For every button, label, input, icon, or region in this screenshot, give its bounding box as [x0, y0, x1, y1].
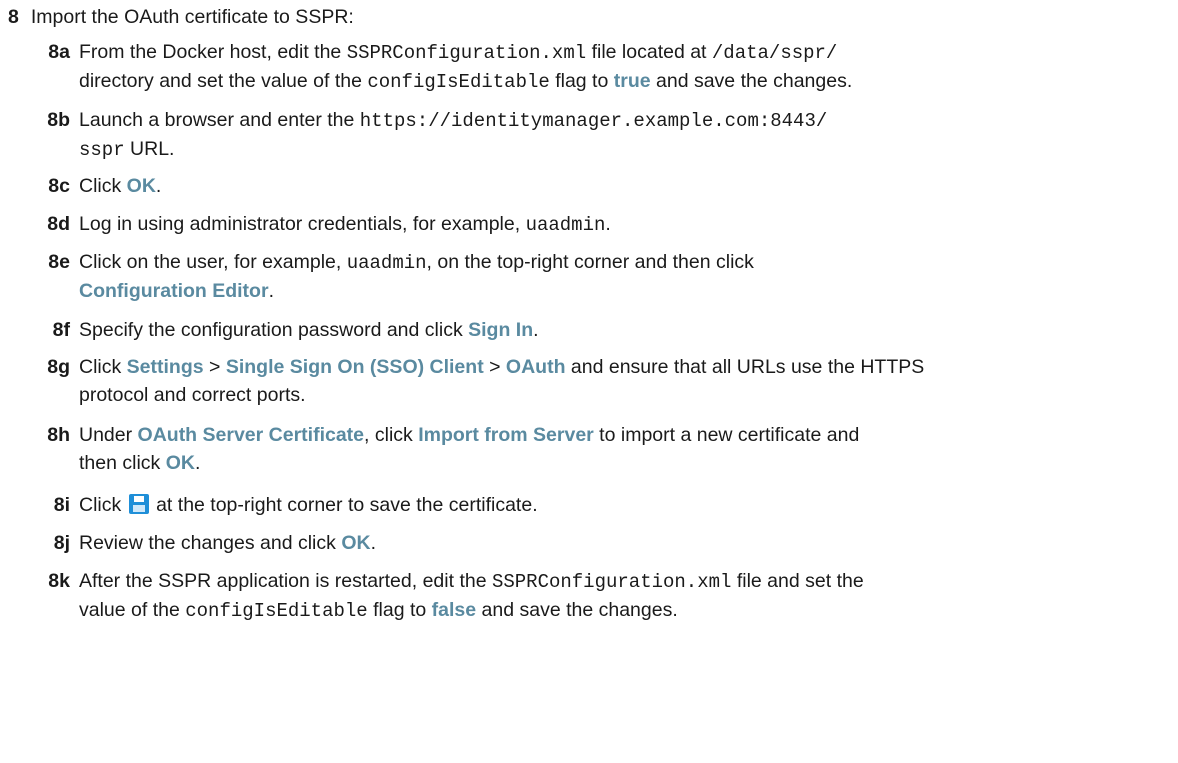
- text-run: to import a new certificate and: [593, 424, 860, 446]
- substep-text: After the SSPR application is restarted,…: [79, 567, 1174, 625]
- substep-text: Click OK.: [79, 172, 1174, 200]
- text-run: Click on the user, for example,: [79, 251, 347, 273]
- text-run: file and set the: [731, 570, 864, 592]
- substep-text: Log in using administrator credentials, …: [79, 210, 1174, 239]
- step-number: 8: [8, 6, 19, 28]
- oauth-label: OAuth: [505, 356, 566, 378]
- url-code-continued: sspr: [79, 139, 125, 161]
- text-run: URL.: [124, 138, 175, 160]
- text-run: Click: [79, 175, 127, 197]
- filename-code: SSPRConfiguration.xml: [346, 42, 587, 64]
- text-run: file located at: [586, 41, 712, 63]
- text-run: directory and set the value of the: [79, 70, 368, 92]
- substep-text: Launch a browser and enter the https://i…: [79, 106, 1174, 164]
- text-run: flag to: [549, 70, 614, 92]
- substep-number: 8d: [47, 213, 70, 235]
- step-text: Import the OAuth certificate to SSPR:: [30, 6, 354, 28]
- text-run: .: [194, 452, 201, 474]
- text-run: , on the top-right corner and then click: [426, 251, 754, 273]
- text-run: flag to: [367, 599, 432, 621]
- text-run: protocol and correct ports.: [79, 384, 306, 406]
- substep-number: 8h: [47, 424, 70, 446]
- substep-number: 8j: [53, 532, 70, 554]
- substep-text: Review the changes and click OK.: [79, 529, 1174, 557]
- oauth-server-certificate-label: OAuth Server Certificate: [137, 424, 365, 446]
- text-run: Launch a browser and enter the: [79, 109, 360, 131]
- ok-label: OK: [165, 452, 195, 474]
- step-8-heading: 8 Import the OAuth certificate to SSPR:: [8, 4, 354, 30]
- text-run: >: [483, 356, 506, 378]
- substep-text: Click on the user, for example, uaadmin,…: [79, 248, 1174, 305]
- text-run: Under: [79, 424, 138, 446]
- text-run: From the Docker host, edit the: [79, 41, 347, 63]
- text-run: Click: [79, 356, 127, 378]
- substep-text: Under OAuth Server Certificate, click Im…: [79, 421, 1174, 477]
- substep-number: 8e: [48, 251, 70, 273]
- text-run: Log in using administrator credentials, …: [79, 213, 526, 235]
- text-run: and save the changes.: [650, 70, 853, 92]
- text-run: Specify the configuration password and c…: [79, 319, 469, 341]
- import-from-server-label: Import from Server: [418, 424, 594, 446]
- substep-number: 8f: [52, 319, 70, 341]
- substep-number: 8g: [47, 356, 70, 378]
- flag-code: configIsEditable: [185, 600, 368, 622]
- substep-text: Click Settings > Single Sign On (SSO) Cl…: [79, 353, 1174, 409]
- document-page: 8 Import the OAuth certificate to SSPR: 8…: [0, 0, 1178, 763]
- configuration-editor-label: Configuration Editor: [79, 280, 269, 302]
- substep-number: 8a: [48, 41, 70, 63]
- text-run: Review the changes and click: [79, 532, 342, 554]
- substep-number: 8k: [48, 570, 70, 592]
- value-false: false: [431, 599, 477, 621]
- text-run: and ensure that all URLs use the HTTPS: [565, 356, 925, 378]
- text-run: .: [155, 175, 162, 197]
- text-run: , click: [364, 424, 419, 446]
- substep-number: 8i: [53, 494, 70, 516]
- value-true: true: [613, 70, 651, 92]
- username-code: uaadmin: [525, 214, 606, 236]
- substep-text: Specify the configuration password and c…: [79, 316, 1174, 344]
- ok-label: OK: [126, 175, 156, 197]
- path-code: /data/sspr/: [711, 42, 838, 64]
- text-run: Click: [79, 494, 127, 516]
- text-run: >: [203, 356, 226, 378]
- sso-client-label: Single Sign On (SSO) Client: [225, 356, 484, 378]
- text-run: .: [268, 280, 274, 302]
- substep-text: From the Docker host, edit the SSPRConfi…: [79, 38, 1174, 96]
- sign-in-label: Sign In: [468, 319, 534, 341]
- text-run: and save the changes.: [476, 599, 678, 621]
- text-run: then click: [79, 452, 166, 474]
- text-run: .: [370, 532, 376, 554]
- text-run: .: [605, 213, 611, 235]
- substep-text: Click at the top-right corner to save th…: [79, 491, 1174, 519]
- text-run: After the SSPR application is restarted,…: [79, 570, 492, 592]
- text-run: at the top-right corner to save the cert…: [150, 494, 538, 516]
- substep-number: 8b: [47, 109, 70, 131]
- text-run: value of the: [79, 599, 186, 621]
- ok-label: OK: [341, 532, 371, 554]
- settings-label: Settings: [126, 356, 204, 378]
- text-run: .: [533, 319, 539, 341]
- substep-number: 8c: [48, 175, 70, 197]
- save-icon: [128, 494, 149, 514]
- filename-code: SSPRConfiguration.xml: [491, 571, 732, 593]
- username-code: uaadmin: [346, 252, 427, 274]
- flag-code: configIsEditable: [367, 71, 550, 93]
- url-code: https://identitymanager.example.com:8443…: [359, 110, 828, 132]
